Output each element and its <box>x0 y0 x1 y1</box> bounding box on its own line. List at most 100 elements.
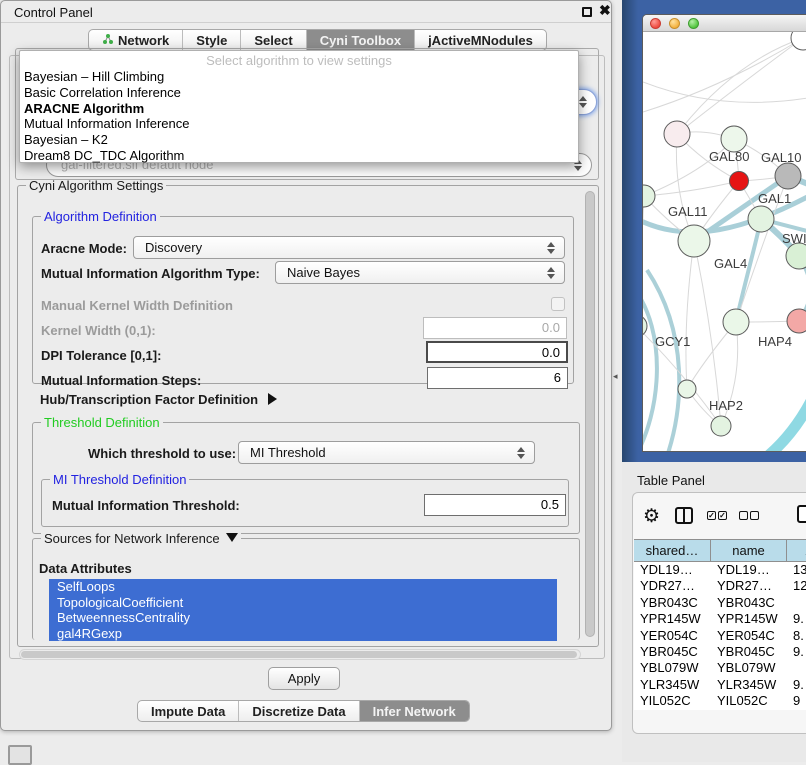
dropdown-item[interactable]: Bayesian – K2 <box>20 132 578 148</box>
attribute-item[interactable]: BetweennessCentrality <box>49 610 557 626</box>
network-edge[interactable] <box>643 287 657 452</box>
network-node[interactable] <box>748 206 774 232</box>
attribute-item[interactable]: SelfLoops <box>49 579 557 595</box>
table-cell: YLR345W <box>634 677 711 693</box>
float-window-icon[interactable] <box>582 7 592 17</box>
kernel-width-field[interactable]: 0.0 <box>423 317 567 339</box>
deselect-all-icon[interactable] <box>739 511 759 520</box>
attribute-item[interactable]: gal4RGexp <box>49 626 557 641</box>
control-panel-titlebar[interactable]: Control Panel ✖ <box>1 1 611 23</box>
table-cell: YDL19… <box>634 562 711 578</box>
table-row[interactable]: YBL079WYBL079W <box>634 660 806 676</box>
threshold-definition-group: Threshold Definition Which threshold to … <box>32 422 580 534</box>
column-header-name[interactable]: name <box>711 540 787 561</box>
tab-label: Cyni Toolbox <box>320 33 401 48</box>
table-row[interactable]: YBR045CYBR045C9. <box>634 644 806 660</box>
tab-style[interactable]: Style <box>183 30 241 50</box>
minimized-panel-icon[interactable] <box>8 745 32 765</box>
network-edge[interactable] <box>677 38 803 134</box>
new-table-icon[interactable] <box>797 505 806 523</box>
network-window-titlebar[interactable] <box>643 15 806 32</box>
which-threshold-value: MI Threshold <box>250 445 326 460</box>
node-table[interactable]: shared…nameA YDL19…YDL19…13YDR27…YDR27…1… <box>634 539 806 710</box>
table-row[interactable]: YLR345WYLR345W9. <box>634 677 806 693</box>
select-all-icon[interactable]: ✓✓ <box>707 511 727 520</box>
tab-infer-network[interactable]: Infer Network <box>360 701 469 721</box>
zoom-traffic-icon[interactable] <box>688 18 699 29</box>
network-canvas[interactable]: GALGAL80GAL10GAL1GAL11SWI4GAL4GCY1HAP4YH… <box>643 32 806 452</box>
table-header-row: shared…nameA <box>634 539 806 562</box>
columns-icon[interactable] <box>675 507 693 524</box>
network-node[interactable] <box>643 185 655 207</box>
manual-kernel-checkbox[interactable] <box>551 297 565 311</box>
table-row[interactable]: YDL19…YDL19…13 <box>634 562 806 578</box>
aracne-mode-combo[interactable]: Discovery <box>133 236 565 259</box>
network-node[interactable] <box>775 163 801 189</box>
dropdown-item[interactable]: Bayesian – Hill Climbing <box>20 69 578 85</box>
table-cell: 9 <box>787 693 806 709</box>
minimize-traffic-icon[interactable] <box>669 18 680 29</box>
close-traffic-icon[interactable] <box>650 18 661 29</box>
mi-type-label: Mutual Information Algorithm Type: <box>41 266 260 281</box>
manual-kernel-label: Manual Kernel Width Definition <box>41 298 233 313</box>
tab-jactivemnodules[interactable]: jActiveMNodules <box>415 30 546 50</box>
tab-label: Select <box>254 33 292 48</box>
dpi-tolerance-field[interactable]: 0.0 <box>426 341 568 363</box>
scrollbar-thumb[interactable] <box>21 651 577 658</box>
settings-horizontal-scrollbar[interactable] <box>19 649 581 660</box>
which-threshold-combo[interactable]: MI Threshold <box>238 441 535 464</box>
network-view-window[interactable]: GALGAL80GAL10GAL1GAL11SWI4GAL4GCY1HAP4YH… <box>642 14 806 452</box>
network-node[interactable] <box>787 309 806 333</box>
close-icon[interactable]: ✖ <box>599 2 611 19</box>
table-row[interactable]: YER054CYER054C8. <box>634 628 806 644</box>
node-label: SWI4 <box>782 231 806 246</box>
mi-threshold-field[interactable]: 0.5 <box>424 494 566 516</box>
tab-network[interactable]: Network <box>89 30 183 50</box>
table-panel: Table Panel ⚙ ✓✓ shared…nameA YDL19…YDL1… <box>622 462 806 762</box>
table-row[interactable]: YIL052CYIL052C9 <box>634 693 806 709</box>
dropdown-item[interactable]: Mutual Information Inference <box>20 116 578 132</box>
network-node[interactable] <box>678 380 696 398</box>
dropdown-item[interactable]: Basic Correlation Inference <box>20 85 578 101</box>
mi-type-combo[interactable]: Naive Bayes <box>275 261 565 284</box>
table-row[interactable]: YPR145WYPR145W9. <box>634 611 806 627</box>
network-node[interactable] <box>711 416 731 436</box>
table-row[interactable]: YBR043CYBR043C <box>634 595 806 611</box>
hub-definition-expander[interactable]: Hub/Transcription Factor Definition <box>40 392 277 407</box>
sources-group-title[interactable]: Sources for Network Inference <box>41 531 241 546</box>
scrollbar-thumb[interactable] <box>585 191 595 637</box>
tab-select[interactable]: Select <box>241 30 306 50</box>
tab-cyni-toolbox[interactable]: Cyni Toolbox <box>307 30 415 50</box>
network-node[interactable] <box>730 172 749 191</box>
settings-vertical-scrollbar[interactable] <box>584 191 596 641</box>
table-cell: YPR145W <box>711 611 787 627</box>
network-edge[interactable] <box>644 139 734 196</box>
gear-icon[interactable]: ⚙ <box>643 505 660 528</box>
column-header-shared-[interactable]: shared… <box>634 540 711 561</box>
apply-button[interactable]: Apply <box>268 667 340 690</box>
network-node[interactable] <box>643 315 647 337</box>
network-edge[interactable] <box>644 181 739 196</box>
dropdown-item[interactable]: ARACNE Algorithm <box>20 101 578 117</box>
data-attributes-list[interactable]: SelfLoopsTopologicalCoefficientBetweenne… <box>49 579 557 641</box>
node-label: GAL1 <box>758 191 791 206</box>
network-edge[interactable] <box>643 82 806 102</box>
tab-impute-data[interactable]: Impute Data <box>138 701 239 721</box>
panel-divider-arrow-icon[interactable]: ◂ <box>613 371 618 382</box>
dropdown-item[interactable]: Dream8 DC_TDC Algorithm <box>20 148 578 164</box>
tab-discretize-data[interactable]: Discretize Data <box>239 701 359 721</box>
mi-steps-field[interactable]: 6 <box>427 367 568 389</box>
network-edge[interactable] <box>686 241 694 389</box>
network-node[interactable] <box>678 225 710 257</box>
column-header-a[interactable]: A <box>787 540 806 561</box>
table-row[interactable]: YDR27…YDR27…12 <box>634 578 806 594</box>
network-edge[interactable] <box>755 370 806 452</box>
table-body: YDL19…YDL19…13YDR27…YDR27…12YBR043CYBR04… <box>634 562 806 710</box>
network-edge[interactable] <box>647 270 679 452</box>
network-node[interactable] <box>664 121 690 147</box>
table-cell: YBR045C <box>711 644 787 660</box>
attribute-item[interactable]: TopologicalCoefficient <box>49 595 557 611</box>
network-node[interactable] <box>723 309 749 335</box>
stepper-icon <box>579 95 588 109</box>
network-node[interactable] <box>791 32 806 50</box>
